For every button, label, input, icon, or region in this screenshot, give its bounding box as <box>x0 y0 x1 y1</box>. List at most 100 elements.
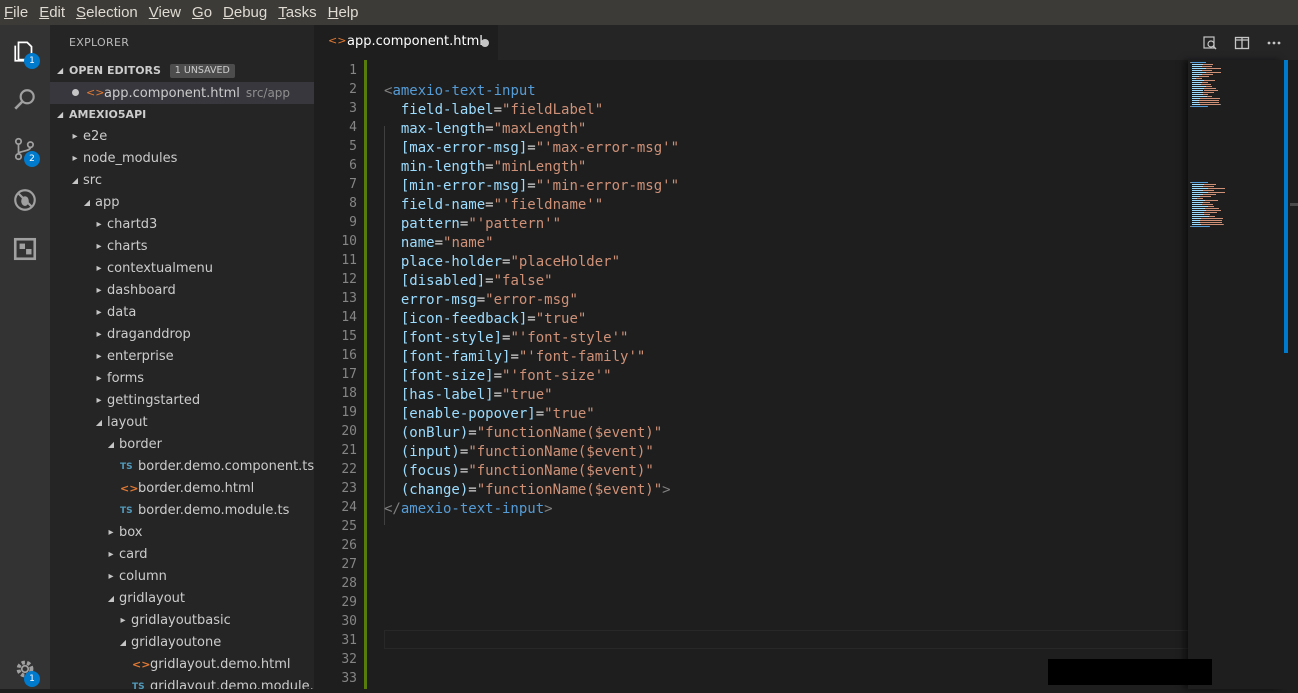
tree-item-label: card <box>119 547 148 562</box>
tab-app-component-html[interactable]: <> app.component.html <box>314 25 498 60</box>
collapsed-chevron-icon: ▸ <box>108 549 114 560</box>
minimap-token <box>1203 186 1214 187</box>
unsaved-dot-icon[interactable] <box>481 39 489 47</box>
tree-folder[interactable]: ▸ draganddrop <box>50 324 314 346</box>
tree-folder[interactable]: ▸ dashboard <box>50 280 314 302</box>
menu-item-view[interactable]: View <box>144 0 187 25</box>
minimap-token <box>1191 104 1199 105</box>
tree-folder[interactable]: ▸ column <box>50 566 314 588</box>
tree-file[interactable]: TS border.demo.component.ts <box>50 456 314 478</box>
line-number: 20 <box>341 424 357 439</box>
tree-item-label: forms <box>107 371 145 386</box>
tree-folder[interactable]: ▸ box <box>50 522 314 544</box>
minimap[interactable] <box>1188 60 1284 689</box>
scrollbar-thumb[interactable] <box>1284 60 1288 353</box>
minimap-token <box>1203 202 1210 203</box>
tree-folder[interactable]: ▸ gridlayoutbasic <box>50 610 314 632</box>
editor-area: <> app.component.html 1 2 3 4 5 6 7 8 9 … <box>314 25 1298 689</box>
project-header[interactable]: ◢ AMEXIO5API <box>50 104 314 126</box>
tree-item-label: src <box>83 173 102 188</box>
more-actions-button[interactable] <box>1258 35 1290 51</box>
code-line: [font-style]="'font-style'" <box>400 330 629 346</box>
tree-folder[interactable]: ▸ contextualmenu <box>50 258 314 280</box>
menu-item-go[interactable]: Go <box>187 0 218 25</box>
menu-item-help[interactable]: Help <box>323 0 365 25</box>
minimap-token <box>1204 214 1210 215</box>
editor-actions <box>1194 25 1290 60</box>
tree-folder[interactable]: ▸ card <box>50 544 314 566</box>
unsaved-dot-icon[interactable] <box>72 89 79 96</box>
tab-label: app.component.html <box>347 34 483 49</box>
code-line: field-name="'fieldname'" <box>400 197 604 213</box>
open-editors-header[interactable]: ◢ OPEN EDITORS 1 UNSAVED <box>50 60 314 82</box>
tree-folder[interactable]: ◢ gridlayoutone <box>50 632 314 654</box>
minimap-token <box>1192 188 1207 189</box>
open-changes-button[interactable] <box>1194 35 1226 51</box>
tree-item-label: gridlayout.demo.html <box>150 657 291 672</box>
code-text[interactable]: <amexio-text-input field-label="fieldLab… <box>384 60 1184 689</box>
search-button[interactable] <box>0 76 50 124</box>
menu-item-tasks[interactable]: Tasks <box>273 0 322 25</box>
minimap-token <box>1208 188 1225 189</box>
split-editor-button[interactable] <box>1226 35 1258 51</box>
menu-item-debug[interactable]: Debug <box>218 0 273 25</box>
debug-icon <box>14 189 36 211</box>
extensions-button[interactable] <box>0 225 50 273</box>
minimap-token <box>1191 106 1208 107</box>
menu-item-edit[interactable]: Edit <box>34 0 71 25</box>
minimap-token <box>1200 222 1222 223</box>
collapsed-chevron-icon: ▸ <box>96 329 102 340</box>
minimap-token <box>1192 192 1207 193</box>
tree-folder[interactable]: ◢ gridlayout <box>50 588 314 610</box>
explorer-button[interactable]: 1 <box>0 27 50 75</box>
tree-file[interactable]: <> gridlayout.demo.html <box>50 654 314 676</box>
tree-folder[interactable]: ◢ src <box>50 170 314 192</box>
tree-folder[interactable]: ◢ border <box>50 434 314 456</box>
open-changes-icon <box>1203 35 1217 49</box>
tree-item-label: gridlayoutone <box>131 635 222 650</box>
minimap-token <box>1206 72 1222 73</box>
line-number: 29 <box>341 595 357 610</box>
minimap-token <box>1202 94 1208 95</box>
tree-folder[interactable]: ▸ charts <box>50 236 314 258</box>
tree-file[interactable]: <> border.demo.html <box>50 478 314 500</box>
minimap-token <box>1201 82 1208 83</box>
minimap-token <box>1201 74 1214 75</box>
line-number: 5 <box>349 139 357 154</box>
tree-file[interactable]: TS border.demo.module.ts <box>50 500 314 522</box>
tree-folder[interactable]: ▸ gettingstarted <box>50 390 314 412</box>
code-line: (input)="functionName($event)" <box>400 444 654 460</box>
minimap-token <box>1192 212 1203 213</box>
minimap-token <box>1201 224 1223 225</box>
manage-button[interactable]: 1 <box>0 645 50 693</box>
tree-item-label: contextualmenu <box>107 261 213 276</box>
line-number: 24 <box>341 500 357 515</box>
source-control-button[interactable]: 2 <box>0 125 50 173</box>
line-number: 15 <box>341 329 357 344</box>
tree-folder[interactable]: ◢ layout <box>50 412 314 434</box>
tree-folder[interactable]: ▸ forms <box>50 368 314 390</box>
code-line: </amexio-text-input> <box>384 501 553 517</box>
file-tree: ▸ e2e ▸ node_modules ◢ src ◢ app ▸ chartd3 ▸ charts… <box>50 126 314 689</box>
tree-folder[interactable]: ▸ chartd3 <box>50 214 314 236</box>
line-number: 12 <box>341 272 357 287</box>
tree-file[interactable]: TS gridlayout.demo.module.ts <box>50 676 314 689</box>
minimap-token <box>1203 194 1216 195</box>
minimap-token <box>1205 208 1219 209</box>
minimap-token <box>1192 204 1201 205</box>
html-file-icon: <> <box>86 86 105 99</box>
tree-folder[interactable]: ▸ e2e <box>50 126 314 148</box>
open-editor-item[interactable]: <> app.component.html src/app <box>50 82 314 104</box>
minimap-token <box>1201 70 1212 71</box>
tree-folder[interactable]: ▸ node_modules <box>50 148 314 170</box>
minimap-token <box>1208 192 1225 193</box>
debug-button[interactable] <box>0 176 50 224</box>
tree-folder[interactable]: ◢ app <box>50 192 314 214</box>
tree-folder[interactable]: ▸ enterprise <box>50 346 314 368</box>
tree-folder[interactable]: ▸ data <box>50 302 314 324</box>
line-number: 28 <box>341 576 357 591</box>
menu-item-file[interactable]: File <box>0 0 34 25</box>
menu-item-selection[interactable]: Selection <box>71 0 144 25</box>
tree-item-label: gridlayout <box>119 591 186 606</box>
minimap-token <box>1191 70 1201 71</box>
